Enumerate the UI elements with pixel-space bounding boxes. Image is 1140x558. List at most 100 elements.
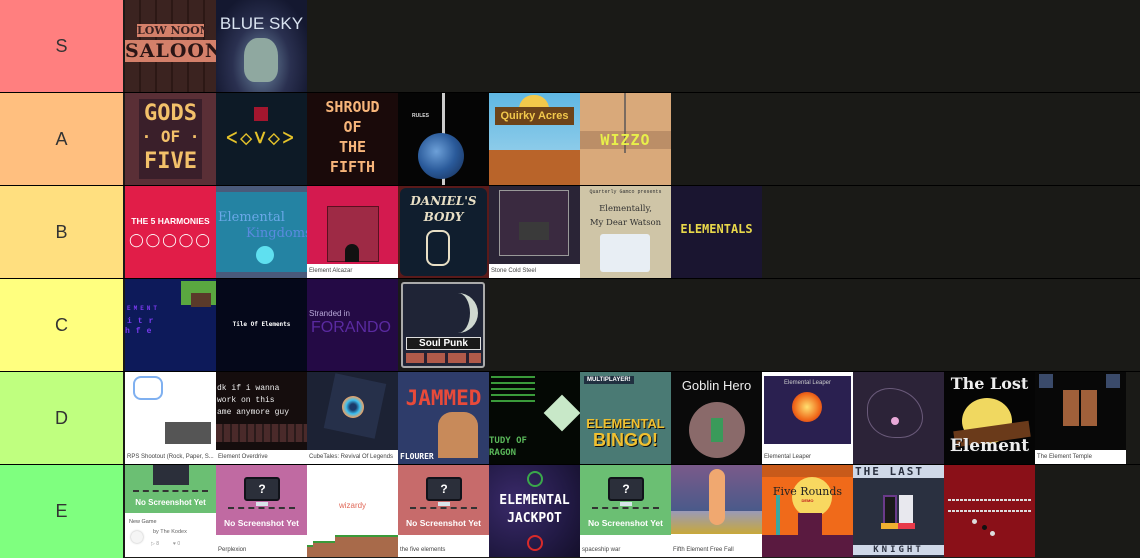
tier-item[interactable]: SHROUD OF THE FIFTH	[307, 93, 398, 185]
item-caption: RPS Shootout (Rock, Paper, S...	[125, 450, 216, 464]
tier-label[interactable]: D	[0, 372, 124, 464]
item-art-text: THE LAST	[853, 465, 944, 478]
tier-item[interactable]: RPS Shootout (Rock, Paper, S...	[125, 372, 216, 464]
item-art-text: Soul Punk	[406, 337, 481, 350]
tier-item[interactable]: The Element Temple	[1035, 372, 1126, 464]
tier-item[interactable]: Goblin Hero	[671, 372, 762, 464]
item-caption: Perplexion	[216, 537, 307, 557]
tier-label[interactable]: A	[0, 93, 124, 185]
tier-row-e: E No Screenshot Yet New Game by The Kode…	[0, 465, 1140, 558]
author-avatar	[131, 531, 143, 543]
tier-item[interactable]: Quirky Acres	[489, 93, 580, 185]
item-art-text: SALOON	[125, 40, 216, 62]
item-art-text: MULTIPLAYER!	[584, 376, 634, 384]
tier-item[interactable]: BLUE SKY	[216, 0, 307, 92]
tier-label[interactable]: B	[0, 186, 124, 278]
monitor-icon: ?	[244, 477, 280, 501]
item-art-text: Elemental	[218, 210, 285, 225]
item-art-text: FLOURER	[400, 452, 434, 461]
item-art-text: ᐸ◇ᐯ◇ᐳ	[226, 130, 297, 147]
placeholder-text: No Screenshot Yet	[406, 518, 481, 528]
item-art-text: RAGON	[489, 448, 517, 458]
item-caption: CubeTales: Revival Of Legends	[307, 450, 398, 464]
tier-item[interactable]: Elemental Kingdoms	[216, 186, 307, 278]
tier-item[interactable]: The Lost Element	[944, 372, 1035, 464]
item-art-text: ELEMENTAL	[586, 416, 665, 431]
tier-item[interactable]	[944, 465, 1035, 557]
item-caption: Fifth Element Free Fall	[671, 537, 762, 557]
item-art-text: OF	[343, 118, 362, 136]
tier-item[interactable]: EMENT itr hfe	[125, 279, 216, 371]
tier-label[interactable]: E	[0, 465, 124, 558]
item-art-text: DANIEL'S	[410, 194, 477, 208]
tier-item[interactable]: Stranded in FORANDO	[307, 279, 398, 371]
tier-item[interactable]: Stone Cold Steel	[489, 186, 580, 278]
tier-item[interactable]: TUDY OF RAGON	[489, 372, 580, 464]
item-art-text: itr	[127, 317, 160, 326]
tier-label[interactable]: C	[0, 279, 124, 371]
tier-item[interactable]: dk if i wanna work on this ame anymore g…	[216, 372, 307, 464]
item-caption: New Game	[129, 519, 157, 525]
item-art-text: Element	[949, 436, 1030, 456]
tier-item[interactable]: Soul Punk	[398, 279, 489, 371]
tier-item[interactable]: No Screenshot Yet New Game by The Kodex …	[125, 465, 216, 557]
tier-row-c: C EMENT itr hfe Tile Of Elements Strande…	[0, 279, 1140, 371]
item-art-text: BLUE SKY	[219, 14, 304, 33]
item-art-text: RULES	[412, 113, 429, 119]
tier-item[interactable]: Fifth Element Free Fall	[671, 465, 762, 557]
item-art-text: hfe	[125, 327, 158, 336]
item-art-text: FORANDO	[311, 319, 391, 336]
tier-item[interactable]: GODS · OF · FIVE	[125, 93, 216, 185]
item-art-text: JACKPOT	[507, 511, 562, 526]
tier-item[interactable]: CubeTales: Revival Of Legends	[307, 372, 398, 464]
placeholder-text: No Screenshot Yet	[224, 518, 299, 528]
tier-item[interactable]: ELEMENTALS	[671, 186, 762, 278]
placeholder-text: No Screenshot Yet	[135, 498, 206, 507]
tier-items: RPS Shootout (Rock, Paper, S... dk if i …	[124, 372, 1126, 464]
tier-item[interactable]: ELEMENTAL JACKPOT	[489, 465, 580, 557]
tier-item[interactable]: RULES	[398, 93, 489, 185]
item-art-text: Kingdoms	[246, 226, 307, 241]
tier-item[interactable]: THE LAST KNIGHT	[853, 465, 944, 557]
item-caption: the five elements	[398, 537, 489, 557]
tier-item[interactable]: ? No Screenshot Yet spaceship war	[580, 465, 671, 557]
item-art-text: ELEMENTAL	[499, 493, 570, 508]
tier-item[interactable]: Elemental Leaper Elemental Leaper	[762, 372, 853, 464]
item-art-text: JAMMED	[405, 386, 482, 410]
tier-item[interactable]	[853, 372, 944, 464]
item-art-text: GODS	[144, 101, 197, 126]
item-art-text: work on this	[217, 396, 275, 405]
item-art-text: TUDY OF	[489, 436, 527, 446]
tier-item[interactable]: ? No Screenshot Yet Perplexion	[216, 465, 307, 557]
tier-item[interactable]: wizardy	[307, 465, 398, 557]
tier-item[interactable]: Quarterly Gamco presents Elementally, My…	[580, 186, 671, 278]
item-art-text: BINGO!	[593, 430, 658, 450]
likes-value: 0	[177, 541, 181, 547]
tier-item[interactable]: WIZZO	[580, 93, 671, 185]
item-art-text: Elementally,	[599, 204, 652, 214]
tier-items: LOW NOON SALOON BLUE SKY	[124, 0, 307, 92]
tier-item[interactable]: MULTIPLAYER! ELEMENTAL BINGO!	[580, 372, 671, 464]
no-screenshot-placeholder: ? No Screenshot Yet	[398, 465, 489, 535]
no-screenshot-placeholder: ? No Screenshot Yet	[216, 465, 307, 535]
tier-item[interactable]: DANIEL'S BODY	[398, 186, 489, 278]
tier-label[interactable]: S	[0, 0, 124, 92]
tier-item[interactable]: LOW NOON SALOON	[125, 0, 216, 92]
item-art-text: · OF ·	[141, 127, 200, 146]
tier-row-s: S LOW NOON SALOON BLUE SKY	[0, 0, 1140, 92]
tier-item[interactable]: Tile Of Elements	[216, 279, 307, 371]
tier-item[interactable]: THE 5 HARMONIES ◯◯◯◯◯	[125, 186, 216, 278]
placeholder-text: No Screenshot Yet	[588, 518, 663, 528]
tier-item[interactable]: ? No Screenshot Yet the five elements	[398, 465, 489, 557]
no-screenshot-placeholder: ? No Screenshot Yet	[580, 465, 671, 535]
item-art-text: THE 5 HARMONIES	[131, 216, 210, 226]
item-art-text: wizardy	[338, 501, 367, 510]
item-art-text: Stranded in	[309, 309, 350, 318]
item-art-text: The Lost	[950, 374, 1029, 393]
tier-item[interactable]: ᐸ◇ᐯ◇ᐳ	[216, 93, 307, 185]
tier-item[interactable]: JAMMED FLOURER	[398, 372, 489, 464]
tier-item[interactable]: Element Alcazar	[307, 186, 398, 278]
item-author: by The Kodex	[153, 529, 187, 535]
item-caption: Stone Cold Steel	[489, 264, 580, 278]
tier-item[interactable]: Five Rounds DEMO	[762, 465, 853, 557]
